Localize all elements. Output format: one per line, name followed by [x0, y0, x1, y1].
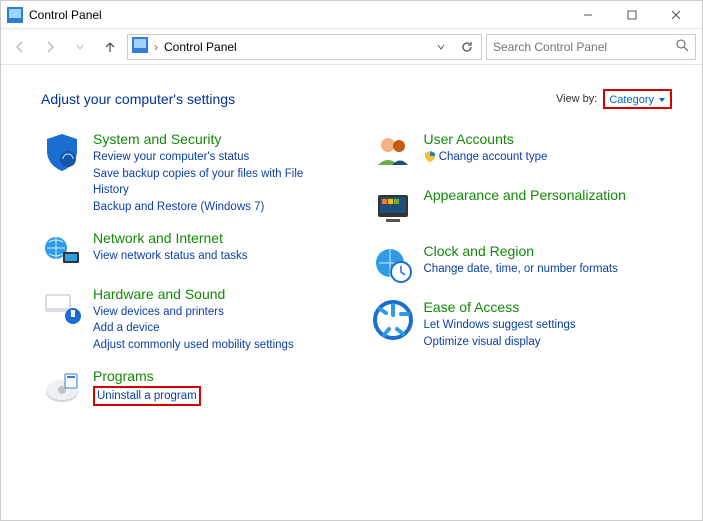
search-icon[interactable]: [676, 39, 689, 55]
maximize-button[interactable]: [610, 1, 654, 29]
category-network-internet[interactable]: Network and Internet: [93, 230, 247, 246]
forward-button[interactable]: [37, 34, 63, 60]
category-system-security[interactable]: System and Security: [93, 131, 342, 147]
category-programs[interactable]: Programs: [93, 368, 201, 384]
breadcrumb[interactable]: Control Panel: [164, 40, 237, 54]
refresh-button[interactable]: [457, 40, 477, 54]
control-panel-crumb-icon: [132, 37, 148, 56]
category-appearance[interactable]: Appearance and Personalization: [424, 187, 626, 203]
link-devices-printers[interactable]: View devices and printers: [93, 304, 294, 321]
toolbar: › Control Panel: [1, 29, 702, 65]
right-column: User Accounts Change account type Appear…: [372, 131, 673, 424]
search-box[interactable]: [486, 34, 696, 60]
category-user-accounts[interactable]: User Accounts: [424, 131, 548, 147]
chevron-right-icon: ›: [154, 40, 158, 54]
chevron-down-icon: [658, 96, 666, 104]
viewby-label: View by:: [556, 93, 597, 105]
hardware-sound-icon: [41, 286, 83, 328]
category-clock-region[interactable]: Clock and Region: [424, 243, 618, 259]
category-hardware-sound[interactable]: Hardware and Sound: [93, 286, 294, 302]
recent-dropdown-icon[interactable]: [67, 34, 93, 60]
link-review-status[interactable]: Review your computer's status: [93, 149, 342, 166]
control-panel-icon: [7, 7, 23, 23]
network-internet-icon: [41, 230, 83, 272]
page-title: Adjust your computer's settings: [41, 91, 556, 107]
category-ease-of-access[interactable]: Ease of Access: [424, 299, 576, 315]
up-button[interactable]: [97, 34, 123, 60]
programs-icon: [41, 368, 83, 410]
close-button[interactable]: [654, 1, 698, 29]
system-security-icon: [41, 131, 83, 173]
link-mobility-settings[interactable]: Adjust commonly used mobility settings: [93, 337, 294, 354]
left-column: System and Security Review your computer…: [41, 131, 342, 424]
address-dropdown-icon[interactable]: [431, 42, 451, 52]
minimize-button[interactable]: [566, 1, 610, 29]
clock-region-icon: [372, 243, 414, 285]
search-input[interactable]: [493, 40, 676, 54]
link-backup-restore[interactable]: Backup and Restore (Windows 7): [93, 199, 342, 216]
window-title: Control Panel: [29, 8, 566, 22]
content-area: Adjust your computer's settings View by:…: [1, 65, 702, 434]
viewby-dropdown[interactable]: Category: [609, 94, 666, 106]
link-suggest-settings[interactable]: Let Windows suggest settings: [424, 317, 576, 334]
appearance-icon: [372, 187, 414, 229]
titlebar: Control Panel: [1, 1, 702, 29]
user-accounts-icon: [372, 131, 414, 173]
link-optimize-display[interactable]: Optimize visual display: [424, 334, 576, 351]
viewby-value: Category: [609, 94, 654, 106]
viewby-highlight: Category: [603, 89, 672, 109]
uninstall-highlight: Uninstall a program: [93, 386, 201, 407]
link-uninstall-program[interactable]: Uninstall a program: [97, 388, 197, 405]
link-date-time-formats[interactable]: Change date, time, or number formats: [424, 261, 618, 278]
link-change-account-type[interactable]: Change account type: [424, 149, 548, 166]
ease-of-access-icon: [372, 299, 414, 341]
link-file-history[interactable]: Save backup copies of your files with Fi…: [93, 166, 342, 199]
address-bar[interactable]: › Control Panel: [127, 34, 482, 60]
link-add-device[interactable]: Add a device: [93, 320, 294, 337]
link-network-status[interactable]: View network status and tasks: [93, 248, 247, 265]
shield-icon: [424, 150, 436, 162]
back-button[interactable]: [7, 34, 33, 60]
